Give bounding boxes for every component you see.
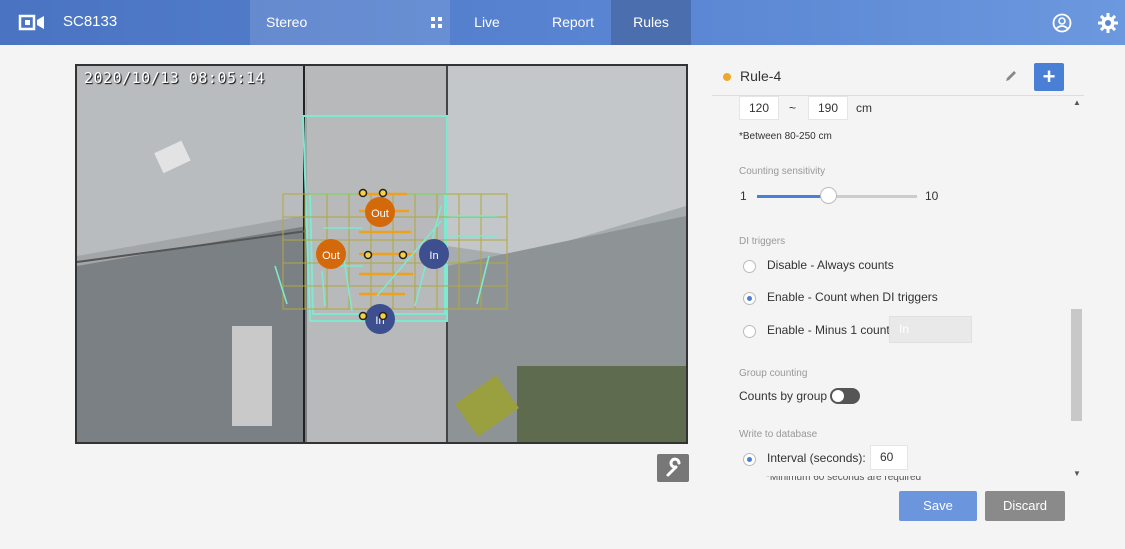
tab-rules[interactable]: Rules <box>611 0 691 45</box>
scroll-up-arrow-icon[interactable]: ▲ <box>1073 98 1081 107</box>
sensitivity-slider[interactable] <box>757 187 917 204</box>
di-disable-label[interactable]: Disable - Always counts <box>767 258 894 272</box>
counts-by-group-label: Counts by group <box>739 389 828 403</box>
rule-name: Rule-4 <box>740 68 782 84</box>
interval-label: Interval (seconds): <box>767 451 866 465</box>
group-counting-label: Group counting <box>739 368 808 379</box>
discard-button[interactable]: Discard <box>985 491 1065 521</box>
rule-status-dot <box>723 73 731 81</box>
marker-out-top[interactable]: Out <box>371 208 389 220</box>
di-minus-radio[interactable] <box>743 325 756 338</box>
di-enable-radio[interactable] <box>743 292 756 305</box>
pencil-edit-icon[interactable] <box>1004 69 1018 83</box>
sensitivity-slider-fill <box>757 195 829 198</box>
panel-scrollbar[interactable]: ▲ ▼ <box>1071 96 1083 482</box>
sensitivity-label: Counting sensitivity <box>739 166 826 177</box>
height-min-input[interactable]: 120 <box>739 96 779 120</box>
rule-header: Rule-4 + <box>712 57 1084 96</box>
marker-in-right[interactable]: In <box>429 250 438 262</box>
user-account-icon[interactable] <box>1052 13 1072 33</box>
sensitivity-min: 1 <box>740 189 747 203</box>
marker-out-left[interactable]: Out <box>322 250 340 262</box>
interval-input[interactable]: 60 <box>870 445 908 470</box>
settings-gear-icon[interactable] <box>1097 12 1119 34</box>
video-timestamp: 2020/10/13 08:05:14 <box>84 69 266 87</box>
height-unit: cm <box>856 101 872 115</box>
height-max-input[interactable]: 190 <box>808 96 848 120</box>
camera-view[interactable]: Out Out In In 2020/10/13 08:05:14 <box>75 64 688 444</box>
rule-settings-panel: Rule-4 + 120 ~ 190 cm *Between 80-250 cm… <box>712 57 1092 482</box>
di-triggers-label: DI triggers <box>739 236 786 247</box>
tab-live[interactable]: Live <box>452 0 522 45</box>
height-range-separator: ~ <box>789 101 797 115</box>
interval-radio[interactable] <box>743 453 756 466</box>
height-note: *Between 80-250 cm <box>739 131 832 142</box>
di-minus-label[interactable]: Enable - Minus 1 count <box>767 323 890 337</box>
tools-button[interactable] <box>657 454 689 482</box>
di-enable-label[interactable]: Enable - Count when DI triggers <box>767 290 938 304</box>
di-disable-radio[interactable] <box>743 260 756 273</box>
sensitivity-slider-thumb[interactable] <box>820 187 838 204</box>
vivotek-logo-icon <box>18 14 44 31</box>
sensitivity-max: 10 <box>925 189 939 203</box>
rule-settings-scroll[interactable]: 120 ~ 190 cm *Between 80-250 cm Counting… <box>712 96 1070 482</box>
device-model: SC8133 <box>63 13 118 30</box>
scrollbar-thumb[interactable] <box>1071 309 1082 421</box>
top-bar: SC8133 Stereo Live Report Rules <box>0 0 1125 45</box>
di-minus-select[interactable]: In <box>889 316 972 343</box>
save-button[interactable]: Save <box>899 491 977 521</box>
counts-by-group-toggle[interactable] <box>830 388 860 404</box>
tab-stereo[interactable]: Stereo <box>250 0 450 45</box>
camera-scene: Out Out In In <box>77 66 686 442</box>
write-database-label: Write to database <box>739 429 818 440</box>
grid-menu-icon[interactable] <box>430 16 443 29</box>
interval-note: *Minimum 60 seconds are required <box>766 476 922 482</box>
scroll-down-arrow-icon[interactable]: ▼ <box>1073 469 1081 478</box>
tab-report[interactable]: Report <box>537 0 609 45</box>
wrench-icon <box>666 457 681 477</box>
add-rule-button[interactable]: + <box>1034 63 1064 91</box>
